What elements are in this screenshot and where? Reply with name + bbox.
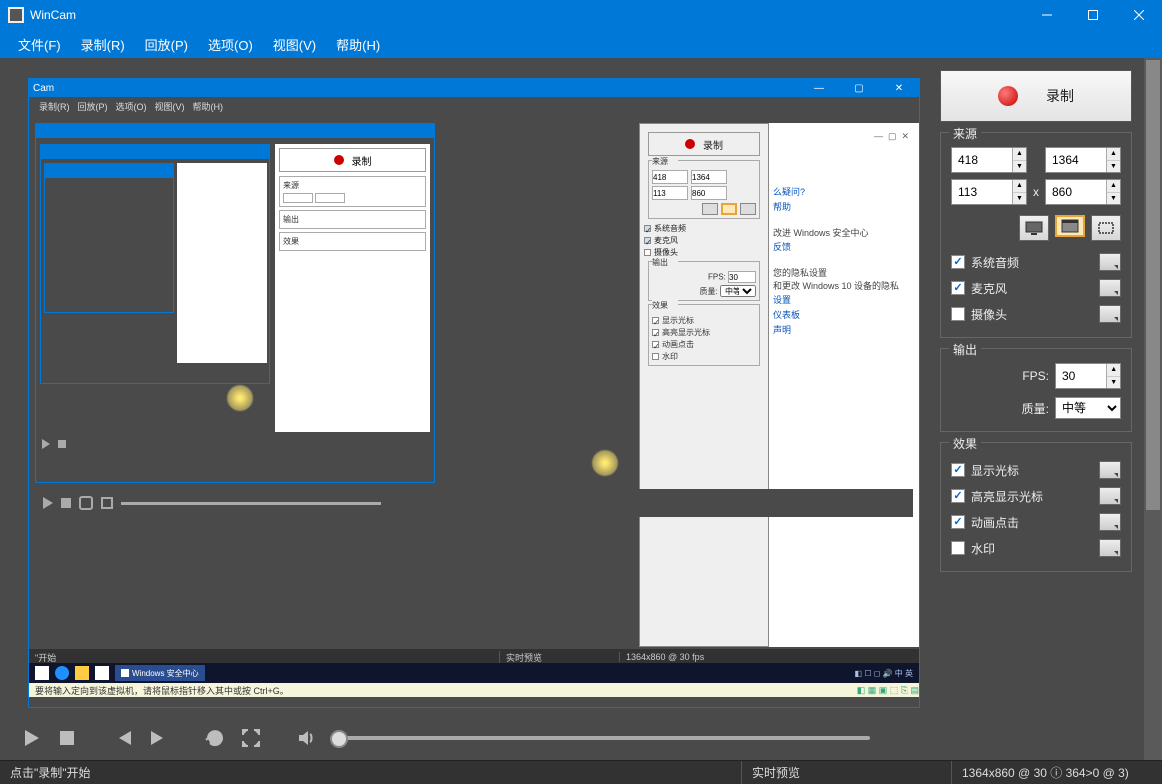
skip-start-button[interactable]: [110, 725, 136, 751]
highlight-cursor-config[interactable]: [1099, 487, 1121, 505]
stop-button[interactable]: [54, 725, 80, 751]
maximize-button[interactable]: [1070, 0, 1116, 30]
menu-record[interactable]: 录制(R): [73, 31, 133, 58]
capture-region-button[interactable]: [1091, 215, 1121, 241]
close-button[interactable]: [1116, 0, 1162, 30]
loop-button[interactable]: [202, 725, 228, 751]
right-panel: 录制 来源 ▲▼ ▲▼ ▲▼ x ▲▼ 系统音频 麦克风 摄像头 输出: [932, 58, 1144, 760]
status-center: 实时预览: [742, 761, 952, 784]
menu-view[interactable]: 视图(V): [265, 31, 324, 58]
system-audio-check[interactable]: 系统音频: [951, 249, 1121, 275]
system-audio-config[interactable]: [1099, 253, 1121, 271]
window-title: WinCam: [30, 8, 1024, 22]
play-button[interactable]: [18, 725, 44, 751]
source-group: 来源 ▲▼ ▲▼ ▲▼ x ▲▼ 系统音频 麦克风 摄像头: [940, 132, 1132, 338]
capture-screen-button[interactable]: [1019, 215, 1049, 241]
output-group: 输出 FPS: ▲▼ 质量: 中等: [940, 348, 1132, 432]
status-left: 点击"录制"开始: [0, 761, 742, 784]
menubar: 文件(F) 录制(R) 回放(P) 选项(O) 视图(V) 帮助(H): [0, 30, 1162, 58]
record-icon: [998, 86, 1018, 106]
minimize-button[interactable]: [1024, 0, 1070, 30]
source-h-input[interactable]: ▲▼: [1045, 179, 1121, 205]
effects-group: 效果 显示光标 高亮显示光标 动画点击 水印: [940, 442, 1132, 572]
animate-clicks-check[interactable]: 动画点击: [951, 509, 1121, 535]
fullscreen-button[interactable]: [238, 725, 264, 751]
watermark-check[interactable]: 水印: [951, 535, 1121, 561]
source-y-input[interactable]: ▲▼: [951, 179, 1027, 205]
show-cursor-config[interactable]: [1099, 461, 1121, 479]
volume-button[interactable]: [294, 725, 320, 751]
highlight-cursor-check[interactable]: 高亮显示光标: [951, 483, 1121, 509]
inner-menubar: 录制(R)回放(P)选项(O)视图(V)帮助(H): [29, 97, 919, 115]
menu-help[interactable]: 帮助(H): [328, 31, 388, 58]
camera-check[interactable]: 摄像头: [951, 301, 1121, 327]
statusbar: 点击"录制"开始 实时预览 1364x860 @ 30 ⓘ 364>0 @ 3): [0, 760, 1162, 784]
record-button[interactable]: 录制: [940, 70, 1132, 122]
vertical-scrollbar[interactable]: [1144, 58, 1162, 760]
titlebar: WinCam: [0, 0, 1162, 30]
inner-right-panel: 录制 来源 ✓系统音频 ✓麦克风 摄像头: [639, 123, 769, 647]
inner-taskbar: Windows 安全中心 ◧ ☐ ◻ 🔊 中 英: [29, 663, 919, 683]
quality-label: 质量:: [1022, 400, 1049, 417]
animate-clicks-config[interactable]: [1099, 513, 1121, 531]
microphone-config[interactable]: [1099, 279, 1121, 297]
show-cursor-check[interactable]: 显示光标: [951, 457, 1121, 483]
source-w-input[interactable]: ▲▼: [1045, 147, 1121, 173]
menu-playback[interactable]: 回放(P): [137, 31, 196, 58]
source-x-input[interactable]: ▲▼: [951, 147, 1027, 173]
app-icon: [8, 7, 24, 23]
quality-select[interactable]: 中等: [1055, 397, 1121, 419]
record-label: 录制: [1046, 86, 1074, 106]
effects-group-title: 效果: [949, 435, 981, 452]
source-group-title: 来源: [949, 125, 981, 142]
x-label: x: [1033, 185, 1039, 199]
status-right: 1364x860 @ 30 ⓘ 364>0 @ 3): [952, 761, 1162, 784]
output-group-title: 输出: [949, 341, 981, 358]
preview-area: Cam — ▢ ✕ 录制(R)回放(P)选项(O)视图(V)帮助(H): [0, 58, 932, 760]
fps-input[interactable]: ▲▼: [1055, 363, 1121, 389]
preview-canvas: Cam — ▢ ✕ 录制(R)回放(P)选项(O)视图(V)帮助(H): [28, 78, 920, 708]
menu-file[interactable]: 文件(F): [10, 31, 69, 58]
menu-options[interactable]: 选项(O): [200, 31, 261, 58]
microphone-check[interactable]: 麦克风: [951, 275, 1121, 301]
player-bar: [0, 716, 932, 760]
watermark-config[interactable]: [1099, 539, 1121, 557]
skip-end-button[interactable]: [146, 725, 172, 751]
camera-config[interactable]: [1099, 305, 1121, 323]
capture-window-button[interactable]: [1055, 215, 1085, 237]
fps-label: FPS:: [1022, 369, 1049, 383]
inner-titlebar: Cam — ▢ ✕: [29, 79, 919, 97]
vm-hint: 要将输入定向到该虚拟机，请将鼠标指针移入其中或按 Ctrl+G。 ◧ ▦ ▣ ⬚…: [29, 683, 919, 697]
progress-slider[interactable]: [330, 736, 870, 740]
